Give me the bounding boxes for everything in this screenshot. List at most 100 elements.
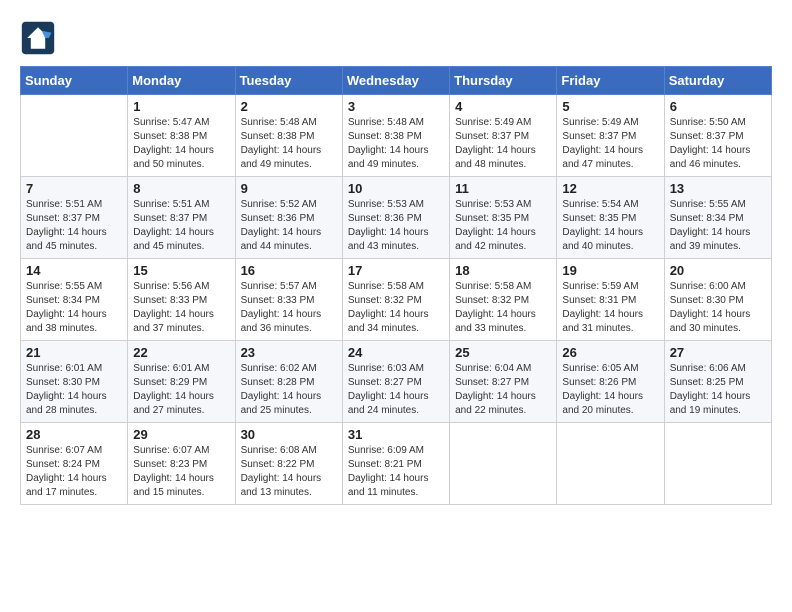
day-info: Sunrise: 6:01 AMSunset: 8:29 PMDaylight:… (133, 362, 229, 418)
day-number: 5 (562, 99, 658, 114)
day-cell: 22 Sunrise: 6:01 AMSunset: 8:29 PMDayligh… (128, 341, 235, 423)
week-row-2: 7 Sunrise: 5:51 AMSunset: 8:37 PMDaylight… (21, 177, 772, 259)
day-info: Sunrise: 5:52 AMSunset: 8:36 PMDaylight:… (241, 198, 337, 254)
day-cell: 31Sunrise: 6:09 AMSunset: 8:21 PMDayligh… (342, 423, 449, 505)
day-info: Sunrise: 5:56 AMSunset: 8:33 PMDaylight:… (133, 280, 229, 336)
day-number: 13 (670, 181, 766, 196)
day-cell (450, 423, 557, 505)
day-number: 1 (133, 99, 229, 114)
day-info: Sunrise: 5:51 AMSunset: 8:37 PMDaylight:… (133, 198, 229, 254)
day-cell: 11 Sunrise: 5:53 AMSunset: 8:35 PMDayligh… (450, 177, 557, 259)
day-number: 16 (241, 263, 337, 278)
header-wednesday: Wednesday (342, 67, 449, 95)
day-cell (557, 423, 664, 505)
day-number: 28 (26, 427, 122, 442)
day-number: 8 (133, 181, 229, 196)
day-number: 10 (348, 181, 444, 196)
day-number: 2 (241, 99, 337, 114)
day-cell: 8 Sunrise: 5:51 AMSunset: 8:37 PMDaylight… (128, 177, 235, 259)
day-cell: 30 Sunrise: 6:08 AMSunset: 8:22 PMDayligh… (235, 423, 342, 505)
day-info: Sunrise: 5:55 AMSunset: 8:34 PMDaylight:… (26, 280, 122, 336)
day-number: 31 (348, 427, 444, 442)
day-cell: 13 Sunrise: 5:55 AMSunset: 8:34 PMDayligh… (664, 177, 771, 259)
calendar-table: SundayMondayTuesdayWednesdayThursdayFrid… (20, 66, 772, 505)
day-info: Sunrise: 6:07 AMSunset: 8:24 PMDaylight:… (26, 444, 122, 500)
day-number: 7 (26, 181, 122, 196)
header-saturday: Saturday (664, 67, 771, 95)
day-number: 18 (455, 263, 551, 278)
day-info: Sunrise: 5:58 AMSunset: 8:32 PMDaylight:… (455, 280, 551, 336)
day-cell: 4 Sunrise: 5:49 AMSunset: 8:37 PMDaylight… (450, 95, 557, 177)
day-cell: 15 Sunrise: 5:56 AMSunset: 8:33 PMDayligh… (128, 259, 235, 341)
week-row-1: 1 Sunrise: 5:47 AMSunset: 8:38 PMDaylight… (21, 95, 772, 177)
day-info: Sunrise: 5:47 AMSunset: 8:38 PMDaylight:… (133, 116, 229, 172)
day-number: 19 (562, 263, 658, 278)
day-cell: 17 Sunrise: 5:58 AMSunset: 8:32 PMDayligh… (342, 259, 449, 341)
day-number: 27 (670, 345, 766, 360)
day-info: Sunrise: 5:49 AMSunset: 8:37 PMDaylight:… (562, 116, 658, 172)
header-sunday: Sunday (21, 67, 128, 95)
day-info: Sunrise: 5:49 AMSunset: 8:37 PMDaylight:… (455, 116, 551, 172)
day-cell: 7Sunrise: 5:51 AMSunset: 8:37 PMDaylight… (21, 177, 128, 259)
day-number: 12 (562, 181, 658, 196)
day-cell: 9 Sunrise: 5:52 AMSunset: 8:36 PMDaylight… (235, 177, 342, 259)
day-info: Sunrise: 6:08 AMSunset: 8:22 PMDaylight:… (241, 444, 337, 500)
day-cell: 19Sunrise: 5:59 AMSunset: 8:31 PMDayligh… (557, 259, 664, 341)
day-number: 17 (348, 263, 444, 278)
day-cell: 29Sunrise: 6:07 AMSunset: 8:23 PMDayligh… (128, 423, 235, 505)
day-number: 15 (133, 263, 229, 278)
day-number: 21 (26, 345, 122, 360)
day-number: 6 (670, 99, 766, 114)
header-friday: Friday (557, 67, 664, 95)
day-info: Sunrise: 6:04 AMSunset: 8:27 PMDaylight:… (455, 362, 551, 418)
day-info: Sunrise: 5:54 AMSunset: 8:35 PMDaylight:… (562, 198, 658, 254)
day-number: 20 (670, 263, 766, 278)
day-cell: 3Sunrise: 5:48 AMSunset: 8:38 PMDaylight… (342, 95, 449, 177)
day-cell (21, 95, 128, 177)
day-cell (664, 423, 771, 505)
day-number: 4 (455, 99, 551, 114)
day-cell: 1 Sunrise: 5:47 AMSunset: 8:38 PMDaylight… (128, 95, 235, 177)
day-cell: 27 Sunrise: 6:06 AMSunset: 8:25 PMDayligh… (664, 341, 771, 423)
day-cell: 18 Sunrise: 5:58 AMSunset: 8:32 PMDayligh… (450, 259, 557, 341)
day-number: 23 (241, 345, 337, 360)
day-info: Sunrise: 6:02 AMSunset: 8:28 PMDaylight:… (241, 362, 337, 418)
day-number: 11 (455, 181, 551, 196)
day-info: Sunrise: 5:57 AMSunset: 8:33 PMDaylight:… (241, 280, 337, 336)
day-info: Sunrise: 5:58 AMSunset: 8:32 PMDaylight:… (348, 280, 444, 336)
day-info: Sunrise: 6:03 AMSunset: 8:27 PMDaylight:… (348, 362, 444, 418)
header-thursday: Thursday (450, 67, 557, 95)
day-cell: 5 Sunrise: 5:49 AMSunset: 8:37 PMDaylight… (557, 95, 664, 177)
day-info: Sunrise: 6:00 AMSunset: 8:30 PMDaylight:… (670, 280, 766, 336)
day-number: 22 (133, 345, 229, 360)
page-header (20, 20, 772, 56)
day-cell: 2 Sunrise: 5:48 AMSunset: 8:38 PMDaylight… (235, 95, 342, 177)
day-number: 24 (348, 345, 444, 360)
day-cell: 10Sunrise: 5:53 AMSunset: 8:36 PMDayligh… (342, 177, 449, 259)
day-cell: 24 Sunrise: 6:03 AMSunset: 8:27 PMDayligh… (342, 341, 449, 423)
day-cell: 12 Sunrise: 5:54 AMSunset: 8:35 PMDayligh… (557, 177, 664, 259)
day-info: Sunrise: 5:55 AMSunset: 8:34 PMDaylight:… (670, 198, 766, 254)
day-info: Sunrise: 6:06 AMSunset: 8:25 PMDaylight:… (670, 362, 766, 418)
day-cell: 20 Sunrise: 6:00 AMSunset: 8:30 PMDayligh… (664, 259, 771, 341)
logo (20, 20, 60, 56)
day-number: 30 (241, 427, 337, 442)
day-info: Sunrise: 5:48 AMSunset: 8:38 PMDaylight:… (241, 116, 337, 172)
day-cell: 6Sunrise: 5:50 AMSunset: 8:37 PMDaylight… (664, 95, 771, 177)
logo-icon (20, 20, 56, 56)
day-cell: 25 Sunrise: 6:04 AMSunset: 8:27 PMDayligh… (450, 341, 557, 423)
week-row-3: 14 Sunrise: 5:55 AMSunset: 8:34 PMDayligh… (21, 259, 772, 341)
day-number: 25 (455, 345, 551, 360)
day-number: 9 (241, 181, 337, 196)
day-cell: 23 Sunrise: 6:02 AMSunset: 8:28 PMDayligh… (235, 341, 342, 423)
day-cell: 28 Sunrise: 6:07 AMSunset: 8:24 PMDayligh… (21, 423, 128, 505)
day-number: 26 (562, 345, 658, 360)
day-cell: 21 Sunrise: 6:01 AMSunset: 8:30 PMDayligh… (21, 341, 128, 423)
week-row-4: 21 Sunrise: 6:01 AMSunset: 8:30 PMDayligh… (21, 341, 772, 423)
calendar-header-row: SundayMondayTuesdayWednesdayThursdayFrid… (21, 67, 772, 95)
day-info: Sunrise: 6:07 AMSunset: 8:23 PMDaylight:… (133, 444, 229, 500)
day-number: 14 (26, 263, 122, 278)
day-cell: 14 Sunrise: 5:55 AMSunset: 8:34 PMDayligh… (21, 259, 128, 341)
day-info: Sunrise: 5:53 AMSunset: 8:35 PMDaylight:… (455, 198, 551, 254)
day-info: Sunrise: 6:01 AMSunset: 8:30 PMDaylight:… (26, 362, 122, 418)
